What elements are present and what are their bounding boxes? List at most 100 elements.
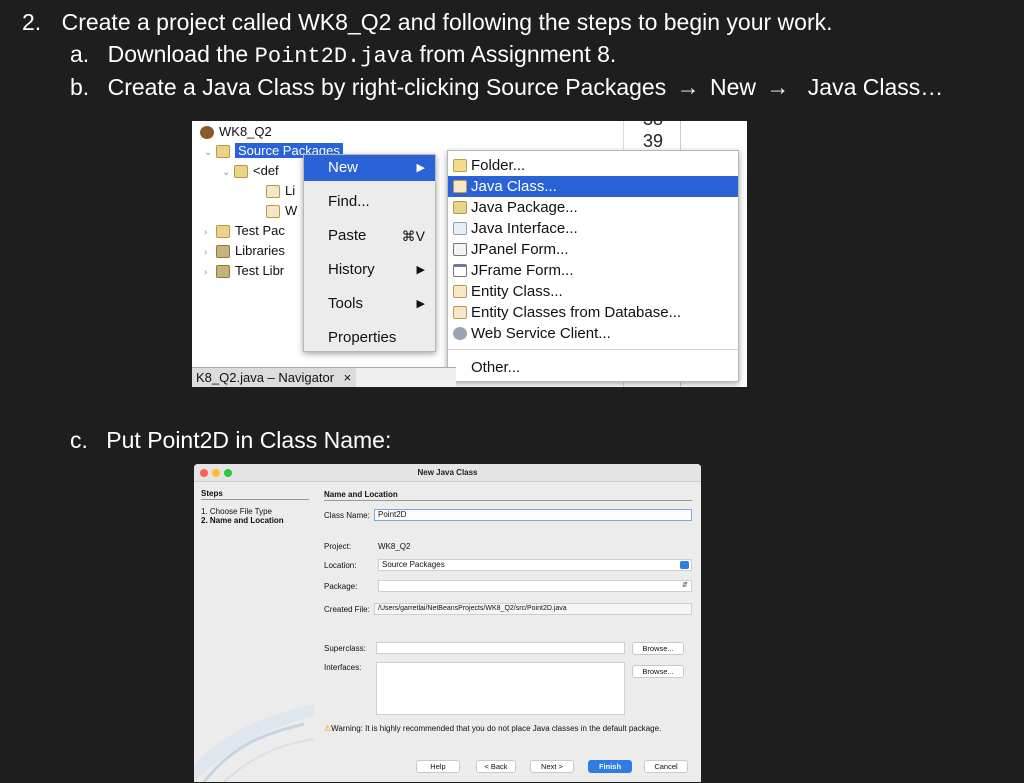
back-button[interactable]: < Back: [476, 760, 516, 773]
package-icon: [234, 165, 248, 179]
zoom-window-icon[interactable]: [224, 469, 232, 477]
dialog-titlebar: New Java Class: [194, 464, 701, 482]
interface-icon: [453, 222, 467, 235]
submenu-item-java-interface[interactable]: Java Interface...: [448, 218, 738, 239]
library-icon: [216, 265, 230, 279]
help-button[interactable]: Help: [416, 760, 460, 773]
submenu-item-jpanel-form[interactable]: JPanel Form...: [448, 239, 738, 260]
context-menu: New ▶ Find... Paste ⌘V History ▶ Tools ▶…: [303, 154, 436, 352]
finish-button[interactable]: Finish: [588, 760, 632, 773]
menu-separator: [448, 349, 738, 350]
chevron-right-icon: ›: [204, 227, 208, 238]
chevron-right-icon: ›: [204, 267, 208, 278]
class-name-input[interactable]: Point2D: [374, 509, 692, 521]
class-name-label: Class Name:: [324, 511, 370, 520]
new-java-class-dialog: New Java Class Steps 1. Choose File Type…: [194, 464, 701, 782]
step-c-letter: c.: [70, 427, 88, 453]
jframe-icon: [453, 264, 467, 277]
step-c-text: Put Point2D in Class Name:: [106, 427, 392, 453]
navigator-tab[interactable]: K8_Q2.java – Navigator ×: [192, 367, 356, 387]
jpanel-icon: [453, 243, 467, 256]
submenu-arrow-icon: ▶: [416, 298, 425, 310]
close-icon[interactable]: ×: [344, 370, 352, 385]
step-b-pre: Create a Java Class by right-clicking So…: [107, 74, 667, 100]
submenu-item-folder[interactable]: Folder...: [448, 155, 738, 176]
submenu-arrow-icon: ▶: [416, 162, 425, 174]
step-b-line: b. Create a Java Class by right-clicking…: [70, 73, 943, 101]
menu-item-paste[interactable]: Paste ⌘V: [304, 223, 435, 249]
step-b-post: Java Class…: [807, 74, 944, 100]
tree-default-package[interactable]: ⌄ <def: [222, 161, 279, 181]
browse-superclass-button[interactable]: Browse...: [632, 642, 684, 655]
submenu-arrow-icon: ▶: [416, 264, 425, 276]
navigator-tab-strip: [356, 367, 456, 387]
tree-libraries[interactable]: › Libraries: [204, 241, 285, 261]
menu-item-history[interactable]: History ▶: [304, 257, 435, 283]
submenu-item-java-package[interactable]: Java Package...: [448, 197, 738, 218]
submenu-item-jframe-form[interactable]: JFrame Form...: [448, 260, 738, 281]
steps-divider: [201, 499, 309, 500]
step-c-line: c. Put Point2D in Class Name:: [70, 426, 391, 454]
location-select[interactable]: Source Packages: [378, 559, 692, 571]
tree-test-packages[interactable]: › Test Pac: [204, 221, 285, 241]
tree-file-1[interactable]: Li: [266, 181, 295, 201]
step-2-number: 2.: [22, 9, 42, 35]
tree-test-libraries[interactable]: › Test Libr: [204, 261, 284, 281]
web-service-icon: [453, 327, 467, 340]
superclass-input[interactable]: [376, 642, 625, 654]
chevron-down-icon: ⌄: [204, 147, 213, 158]
submenu-item-web-service-client[interactable]: Web Service Client...: [448, 323, 738, 344]
package-label: Package:: [324, 582, 358, 591]
step-a-post: from Assignment 8.: [419, 41, 617, 67]
chevron-down-icon: ⌄: [222, 167, 231, 178]
dialog-title: New Java Class: [417, 468, 478, 477]
java-class-icon: [453, 180, 467, 193]
step-b-mid: New: [710, 74, 757, 100]
menu-item-tools[interactable]: Tools ▶: [304, 291, 435, 317]
tree-project[interactable]: WK8_Q2: [200, 122, 272, 142]
line-number: 38: [624, 121, 682, 130]
minimize-window-icon[interactable]: [212, 469, 220, 477]
browse-interfaces-button[interactable]: Browse...: [632, 665, 684, 678]
interfaces-list[interactable]: [376, 662, 625, 715]
step-2-text: Create a project called WK8_Q2 and follo…: [61, 9, 833, 35]
close-window-icon[interactable]: [200, 469, 208, 477]
arrow-icon: →: [766, 74, 790, 100]
library-icon: [216, 245, 230, 259]
project-value: WK8_Q2: [378, 542, 411, 551]
step-a-pre: Download the: [107, 41, 249, 67]
select-arrows-icon: ⇵: [682, 582, 688, 589]
submenu-item-entity-class[interactable]: Entity Class...: [448, 281, 738, 302]
step-a-letter: a.: [70, 41, 90, 67]
folder-icon: [453, 159, 467, 172]
step-b-letter: b.: [70, 74, 90, 100]
tree-file-2[interactable]: W: [266, 201, 297, 221]
package-icon: [453, 201, 467, 214]
line-number: 39: [642, 131, 664, 151]
entity-db-icon: [453, 306, 467, 319]
java-file-icon: [266, 185, 280, 199]
ide-screenshot: WK8_Q2 ⌄ Source Packages ⌄ <def Li W › Test…: [192, 121, 747, 387]
arrow-icon: →: [676, 74, 700, 100]
submenu-item-other[interactable]: Other...: [448, 357, 738, 378]
superclass-label: Superclass:: [324, 644, 366, 653]
chevron-right-icon: ›: [204, 247, 208, 258]
warning-message: ⚠Warning: It is highly recommended that …: [324, 724, 662, 733]
package-select[interactable]: ⇵: [378, 580, 692, 592]
step-choose-file-type: 1. Choose File Type: [201, 507, 273, 516]
cancel-button[interactable]: Cancel: [644, 760, 688, 773]
paste-shortcut: ⌘V: [401, 228, 425, 244]
entity-class-icon: [453, 285, 467, 298]
menu-item-properties[interactable]: Properties: [304, 325, 435, 351]
menu-item-find[interactable]: Find...: [304, 189, 435, 215]
submenu-item-java-class[interactable]: Java Class...: [448, 176, 738, 197]
wizard-decoration-image: [194, 704, 314, 782]
package-folder-icon: [216, 225, 230, 239]
section-divider: [324, 500, 692, 501]
step-2-line: 2. Create a project called WK8_Q2 and fo…: [22, 8, 833, 36]
submenu-item-entity-classes-db[interactable]: Entity Classes from Database...: [448, 302, 738, 323]
next-button[interactable]: Next >: [530, 760, 574, 773]
project-icon: [200, 126, 214, 140]
menu-item-new[interactable]: New ▶: [304, 155, 435, 181]
java-main-file-icon: [266, 205, 280, 219]
